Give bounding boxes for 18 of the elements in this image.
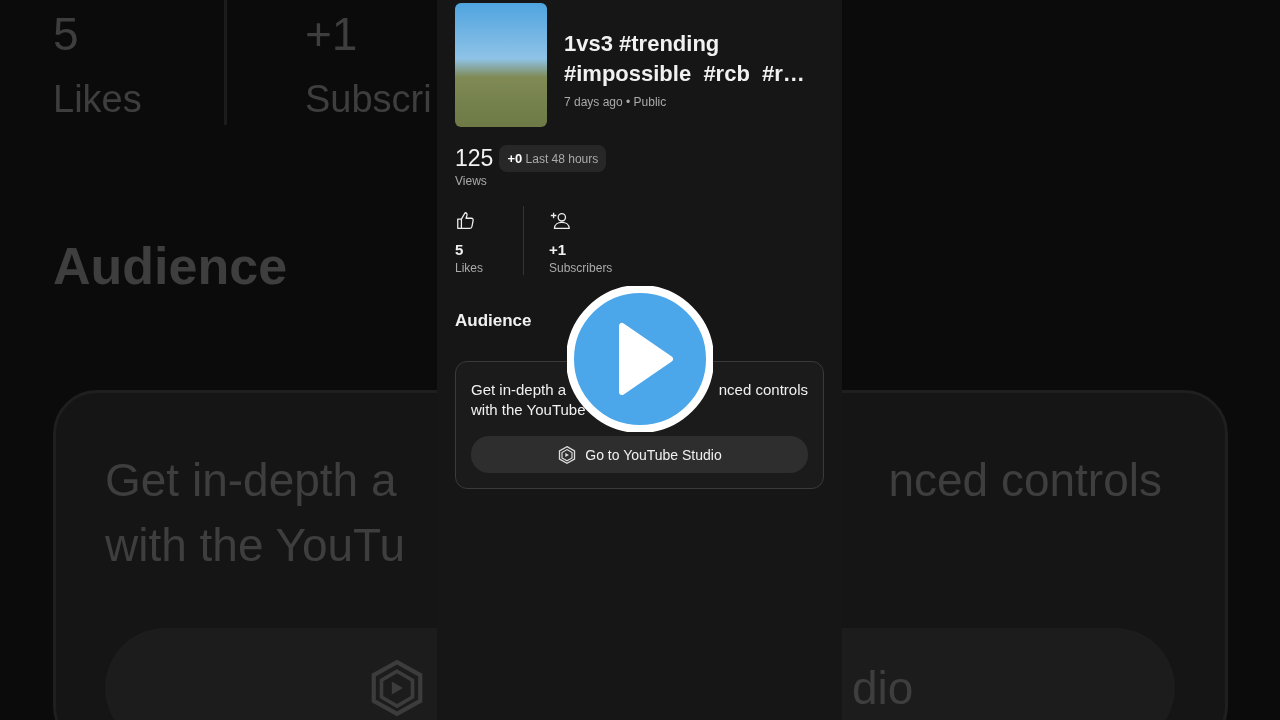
stat-value: +1 xyxy=(549,241,567,258)
stat-label: Subscribers xyxy=(549,261,613,275)
card-text: nced controls xyxy=(718,380,808,400)
views-count: 125 xyxy=(455,145,494,172)
card-text: Get in-depth a xyxy=(471,380,567,400)
video-title: 1vs3 #trending #impossible #rcb #r… xyxy=(564,30,805,88)
card-text: with the YouTube xyxy=(471,400,586,420)
video-thumbnail[interactable] xyxy=(455,3,547,127)
video-meta: 7 days ago • Public xyxy=(564,95,668,109)
stat-label: Likes xyxy=(455,261,483,275)
stat-value: 5 xyxy=(455,241,464,258)
add-person-icon xyxy=(549,210,571,232)
play-hexagon-icon xyxy=(557,444,578,465)
thumbs-up-icon xyxy=(455,210,477,232)
go-to-studio-button[interactable]: Go to YouTube Studio xyxy=(471,436,808,473)
views-label: Views xyxy=(455,174,487,188)
section-heading: Audience xyxy=(455,311,532,331)
views-change-chip: +0 Last 48 hours xyxy=(499,145,607,172)
